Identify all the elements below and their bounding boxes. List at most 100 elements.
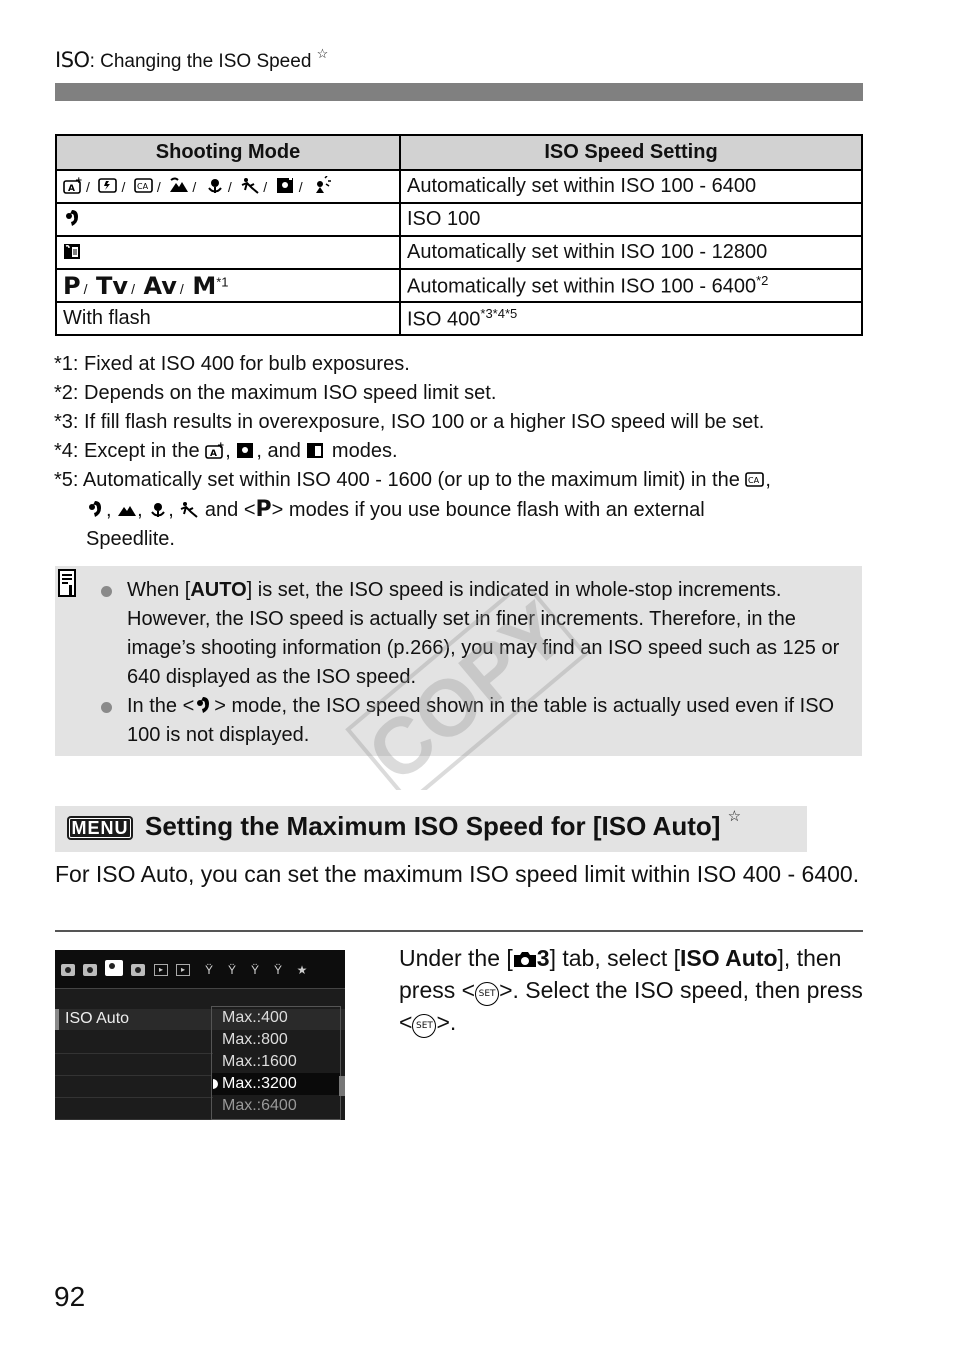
setup-tab-4-icon: Ÿ xyxy=(273,963,282,977)
header-title: : Changing the ISO Speed xyxy=(89,51,312,72)
setup-tab-2-icon: Ÿ xyxy=(227,963,236,977)
svg-text:CA: CA xyxy=(748,476,760,485)
footnotes: *1: Fixed at ISO 400 for bulb exposures.… xyxy=(54,350,874,554)
bullet-icon xyxy=(101,702,112,713)
footnote-5: *5: Automatically set within ISO 400 - 1… xyxy=(54,468,771,491)
iso-max-option: Max.:6400 xyxy=(222,1097,297,1114)
playback-tab-2-icon: ▸ xyxy=(176,964,190,976)
setting-cell: ISO 400*3*4*5 xyxy=(399,301,863,336)
memo-list: When [AUTO] is set, the ISO speed is ind… xyxy=(99,576,849,750)
advanced-star-icon: ☆ xyxy=(727,808,742,825)
memo-box: When [AUTO] is set, the ISO speed is ind… xyxy=(55,566,862,756)
playback-tab-1-icon: ▸ xyxy=(154,964,168,976)
camera-tab-icon xyxy=(513,952,536,967)
iso-max-option: Max.:800 xyxy=(222,1031,288,1048)
flash-off-icon xyxy=(98,176,118,194)
camera-menu-screen: ▸ ▸ Ÿ Ÿ Ÿ Ÿ ★ ISO Auto Max.:400 Max.:800… xyxy=(55,950,345,1120)
mode-av: Av xyxy=(143,271,177,300)
close-up-icon xyxy=(148,498,168,517)
page-number: 92 xyxy=(54,1281,86,1312)
divider xyxy=(55,930,863,932)
night-portrait-icon xyxy=(276,176,296,194)
footnote-2: *2: Depends on the maximum ISO speed lim… xyxy=(54,382,497,404)
menu-tabs: ▸ ▸ Ÿ Ÿ Ÿ Ÿ ★ xyxy=(55,950,345,988)
svg-text:+: + xyxy=(217,441,225,451)
table-row: Automatically set within ISO 100 - 12800 xyxy=(55,235,863,270)
iso-table: Shooting Mode ISO Speed Setting A + / / CA… xyxy=(55,134,863,336)
table-row: With flash ISO 400*3*4*5 xyxy=(55,301,863,336)
setting-cell: Automatically set within ISO 100 - 6400 xyxy=(399,169,863,204)
setup-tab-3-icon: Ÿ xyxy=(250,963,259,977)
hdr-backlight-icon xyxy=(311,175,332,194)
mode-cell xyxy=(55,202,401,237)
creative-auto-icon: CA xyxy=(745,468,765,487)
table-header-row: Shooting Mode ISO Speed Setting xyxy=(55,134,863,171)
landscape-icon xyxy=(169,176,189,194)
table-row: A + / / CA / / / / / Automatically set with… xyxy=(55,169,863,204)
intro-text: For ISO Auto, you can set the maximum IS… xyxy=(55,861,860,887)
creative-auto-icon: CA xyxy=(134,176,154,194)
svg-text:+: + xyxy=(75,176,83,186)
mode-tv: Tv xyxy=(96,271,129,300)
svg-text:A: A xyxy=(68,184,75,194)
iso-glyph: ISO xyxy=(55,48,90,72)
sports-icon xyxy=(240,176,260,194)
svg-text:CA: CA xyxy=(137,182,149,191)
setup-tab-1-icon: Ÿ xyxy=(204,963,213,977)
footnote-1: *1: Fixed at ISO 400 for bulb exposures. xyxy=(54,353,410,375)
set-button-icon: SET xyxy=(475,982,500,1006)
section-heading: MENU Setting the Maximum ISO Speed for [… xyxy=(55,806,807,852)
footnote-3: *3: If fill flash results in overexposur… xyxy=(54,411,765,433)
page-header: ISO: Changing the ISO Speed ☆ xyxy=(55,46,329,73)
set-button-icon: SET xyxy=(412,1014,437,1038)
iso-max-options: Max.:400 Max.:800 Max.:1600 Max.:3200 Ma… xyxy=(211,1006,341,1120)
scene-intelligent-auto-icon: A + xyxy=(63,176,83,194)
portrait-icon xyxy=(86,498,106,517)
iso-max-option-selected: Max.:3200 xyxy=(212,1073,340,1095)
header-iso-setting: ISO Speed Setting xyxy=(399,134,863,171)
handheld-night-scene-icon xyxy=(63,242,83,260)
mode-cell: With flash xyxy=(55,301,401,336)
footnote-ref: *3*4*5 xyxy=(480,305,518,321)
setting-cell: Automatically set within ISO 100 - 12800 xyxy=(399,235,863,270)
setting-cell: Automatically set within ISO 100 - 6400*… xyxy=(399,268,863,303)
memo-item: In the < > mode, the ISO speed shown in t… xyxy=(99,692,849,750)
advanced-star-icon: ☆ xyxy=(316,46,329,61)
shooting-tab-2-icon xyxy=(83,964,97,976)
scrollbar xyxy=(339,1076,345,1096)
mode-cell: P / Tv / Av / M*1 xyxy=(55,268,401,303)
menu-icon: MENU xyxy=(67,816,133,840)
handheld-night-scene-icon xyxy=(306,439,326,458)
shooting-tab-3-icon xyxy=(105,960,123,976)
footnote-5-end: Speedlite. xyxy=(86,528,175,550)
header-shooting-mode: Shooting Mode xyxy=(55,134,401,171)
table-row: ISO 100 xyxy=(55,202,863,237)
mode-cell xyxy=(55,235,401,270)
shooting-tab-4-icon xyxy=(131,964,145,976)
shooting-tab-1-icon xyxy=(61,964,75,976)
footnote-ref: *1 xyxy=(216,273,229,289)
night-portrait-icon xyxy=(236,439,256,458)
mode-p: P xyxy=(63,271,81,300)
iso-max-option: Max.:1600 xyxy=(222,1053,297,1070)
portrait-icon xyxy=(194,694,214,713)
memo-icon xyxy=(58,569,76,597)
memo-item: When [AUTO] is set, the ISO speed is ind… xyxy=(99,576,849,692)
mode-cell: A + / / CA / / / / / xyxy=(55,169,401,204)
footnote-5-cont: , , , and <P> modes if you use bounce fl… xyxy=(54,495,874,525)
setting-cell: ISO 100 xyxy=(399,202,863,237)
mode-m: M xyxy=(192,271,217,300)
svg-text:A: A xyxy=(210,449,217,459)
table-row: P / Tv / Av / M*1 Automatically set within … xyxy=(55,268,863,303)
section-title: Setting the Maximum ISO Speed for [ISO A… xyxy=(145,811,721,841)
my-menu-star-icon: ★ xyxy=(296,963,308,977)
scene-intelligent-auto-icon: A + xyxy=(205,439,225,459)
header-bar xyxy=(55,83,863,101)
sports-icon xyxy=(179,498,199,518)
instructions: Under the [3] tab, select [ISO Auto], th… xyxy=(399,942,869,1038)
footnote-4: *4: Except in the A +, , and modes. xyxy=(54,439,398,462)
landscape-icon xyxy=(117,498,137,516)
footnote-ref: *2 xyxy=(756,272,769,288)
iso-max-option: Max.:400 xyxy=(222,1009,288,1026)
mode-p: P xyxy=(255,497,272,522)
